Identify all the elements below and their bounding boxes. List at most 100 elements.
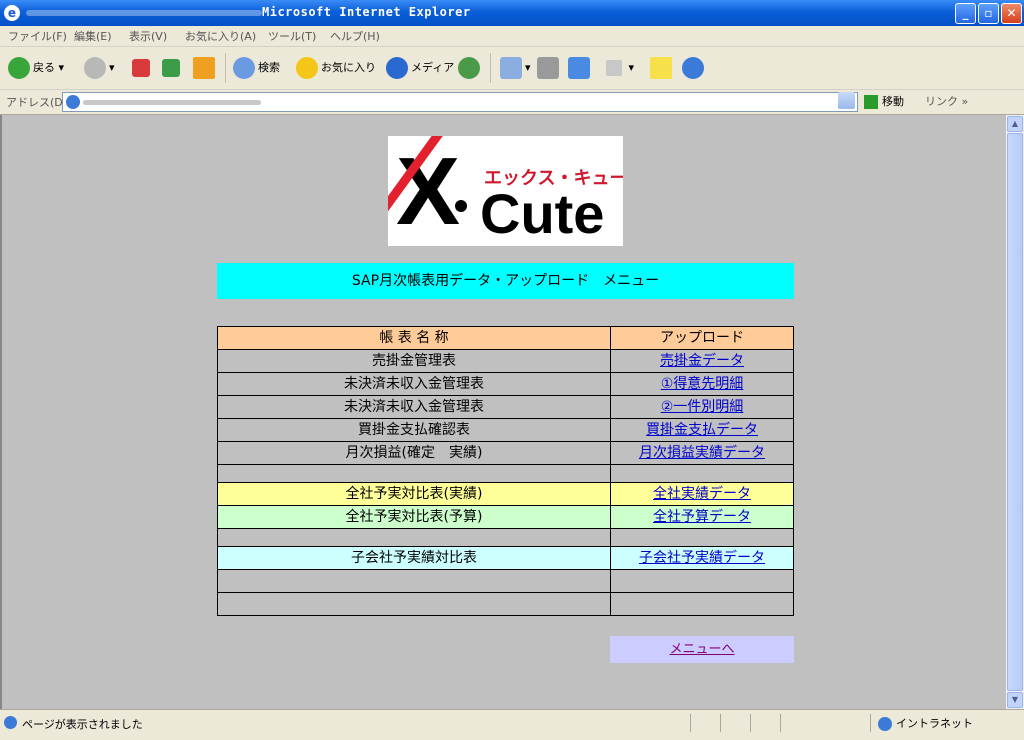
report-name-cell: 月次損益(確定 実績) [217, 441, 611, 465]
upload-cell [610, 528, 794, 547]
table-row: 未決済未収入金管理表 ②一件別明細 [217, 395, 794, 419]
scroll-up-button[interactable]: ▲ [1007, 116, 1023, 132]
address-input[interactable] [62, 92, 858, 112]
upload-link[interactable]: 売掛金データ [660, 353, 744, 369]
ie-icon: e [4, 5, 20, 21]
mail-icon [500, 57, 522, 79]
go-button[interactable]: 移動 [864, 93, 904, 109]
upload-cell [610, 464, 794, 483]
upload-cell [610, 592, 794, 616]
menu-tools[interactable]: ツール(T) [268, 28, 316, 44]
messenger-button[interactable] [568, 55, 593, 81]
table-header-row: 帳 表 名 称 アップロード [217, 326, 794, 350]
header-upload: アップロード [610, 326, 794, 350]
upload-link[interactable]: 買掛金支払データ [646, 422, 758, 438]
menu-bar: ファイル(F) 編集(E) 表示(V) お気に入り(A) ツール(T) ヘルプ(… [0, 26, 1024, 71]
stop-icon [132, 59, 150, 77]
favorites-button[interactable]: お気に入り [296, 55, 376, 81]
messenger-icon [568, 57, 590, 79]
upload-link[interactable]: 全社実績データ [653, 486, 751, 502]
upload-link[interactable]: ②一件別明細 [661, 399, 744, 415]
report-name-cell [217, 592, 611, 616]
table-row [217, 528, 794, 547]
address-blurred-url [83, 100, 261, 105]
scrollbar-thumb[interactable] [1007, 133, 1023, 691]
page-title: SAP月次帳表用データ・アップロード メニュー [217, 263, 794, 299]
note-icon [650, 57, 672, 79]
menu-help[interactable]: ヘルプ(H) [330, 28, 380, 44]
status-message: ページが表示されました [22, 718, 143, 731]
go-arrow-icon [864, 95, 878, 109]
menu-favorites[interactable]: お気に入り(A) [185, 28, 256, 44]
close-button[interactable]: ✕ [1001, 3, 1022, 24]
mail-button[interactable]: ▾ [500, 55, 531, 81]
table-row: 全社予実対比表(実績) 全社実績データ [217, 482, 794, 506]
security-zone: イントラネット [878, 715, 973, 731]
report-name-cell: 子会社予実績対比表 [217, 546, 611, 570]
menu-edit[interactable]: 編集(E) [74, 28, 112, 44]
upload-cell: 子会社予実績データ [610, 546, 794, 570]
scroll-down-button[interactable]: ▼ [1007, 692, 1023, 708]
header-report-name: 帳 表 名 称 [217, 326, 611, 350]
upload-link[interactable]: ①得意先明細 [661, 376, 744, 392]
maximize-button[interactable]: ▫ [978, 3, 999, 24]
status-bar: ページが表示されました イントラネット [0, 709, 1024, 740]
back-button[interactable]: 戻る ▾ [8, 55, 64, 81]
upload-cell: 月次損益実績データ [610, 441, 794, 465]
upload-cell: 売掛金データ [610, 349, 794, 373]
history-icon [458, 57, 480, 79]
table-row [217, 592, 794, 616]
page-icon [66, 95, 80, 109]
home-icon [193, 57, 215, 79]
links-button[interactable]: リンク » [925, 93, 968, 109]
history-button[interactable] [458, 55, 483, 81]
intranet-icon [878, 717, 892, 731]
back-to-menu: メニューへ [610, 636, 794, 663]
table-row: 月次損益(確定 実績) 月次損益実績データ [217, 441, 794, 465]
table-row: 売掛金管理表 売掛金データ [217, 349, 794, 373]
upload-cell: 買掛金支払データ [610, 418, 794, 442]
home-button[interactable] [193, 55, 218, 81]
page-content: X Cute エックス・キュート SAP月次帳表用データ・アップロード メニュー… [0, 115, 1006, 709]
contacts-icon [682, 57, 704, 79]
report-name-cell: 買掛金支払確認表 [217, 418, 611, 442]
forward-arrow-icon [84, 57, 106, 79]
table-row [217, 464, 794, 483]
upload-cell: ②一件別明細 [610, 395, 794, 419]
report-name-cell: 未決済未収入金管理表 [217, 395, 611, 419]
upload-cell [610, 569, 794, 593]
search-icon [233, 57, 255, 79]
upload-link[interactable]: 子会社予実績データ [639, 550, 765, 566]
title-bar: e Microsoft Internet Explorer _ ▫ ✕ [0, 0, 1024, 26]
menu-view[interactable]: 表示(V) [129, 28, 167, 44]
forward-button[interactable]: ▾ [84, 55, 115, 81]
contacts-button[interactable] [682, 55, 707, 81]
edit-button[interactable]: ▾ [606, 55, 634, 81]
printer-icon [537, 57, 559, 79]
search-button[interactable]: 検索 [233, 55, 280, 81]
report-name-cell: 全社予実対比表(実績) [217, 482, 611, 506]
notes-button[interactable] [650, 55, 675, 81]
upload-cell: 全社実績データ [610, 482, 794, 506]
refresh-button[interactable] [162, 55, 183, 81]
back-arrow-icon [8, 57, 30, 79]
menu-file[interactable]: ファイル(F) [8, 28, 67, 44]
vertical-scrollbar[interactable]: ▲ ▼ [1006, 115, 1024, 709]
upload-link[interactable]: 月次損益実績データ [639, 445, 765, 461]
page-status-icon [4, 716, 17, 729]
address-bar: アドレス(D) 移動 リンク » [0, 90, 1024, 115]
media-button[interactable]: メディア [386, 55, 454, 81]
address-dropdown-button[interactable] [838, 92, 855, 109]
print-button[interactable] [537, 55, 562, 81]
report-name-cell: 売掛金管理表 [217, 349, 611, 373]
toolbar: 戻る ▾ ▾ 検索 お気に入り メディア ▾ ▾ [0, 47, 1024, 90]
edit-icon [606, 60, 622, 76]
title-blurred-text [26, 10, 262, 16]
stop-button[interactable] [132, 55, 153, 81]
report-name-cell [217, 464, 611, 483]
report-table: 帳 表 名 称 アップロード 売掛金管理表 売掛金データ未決済未収入金管理表 ①得意… [217, 326, 794, 616]
upload-link[interactable]: 全社予算データ [653, 509, 751, 525]
report-name-cell: 全社予実対比表(予算) [217, 505, 611, 529]
minimize-button[interactable]: _ [955, 3, 976, 24]
back-to-menu-link[interactable]: メニューへ [669, 642, 734, 657]
